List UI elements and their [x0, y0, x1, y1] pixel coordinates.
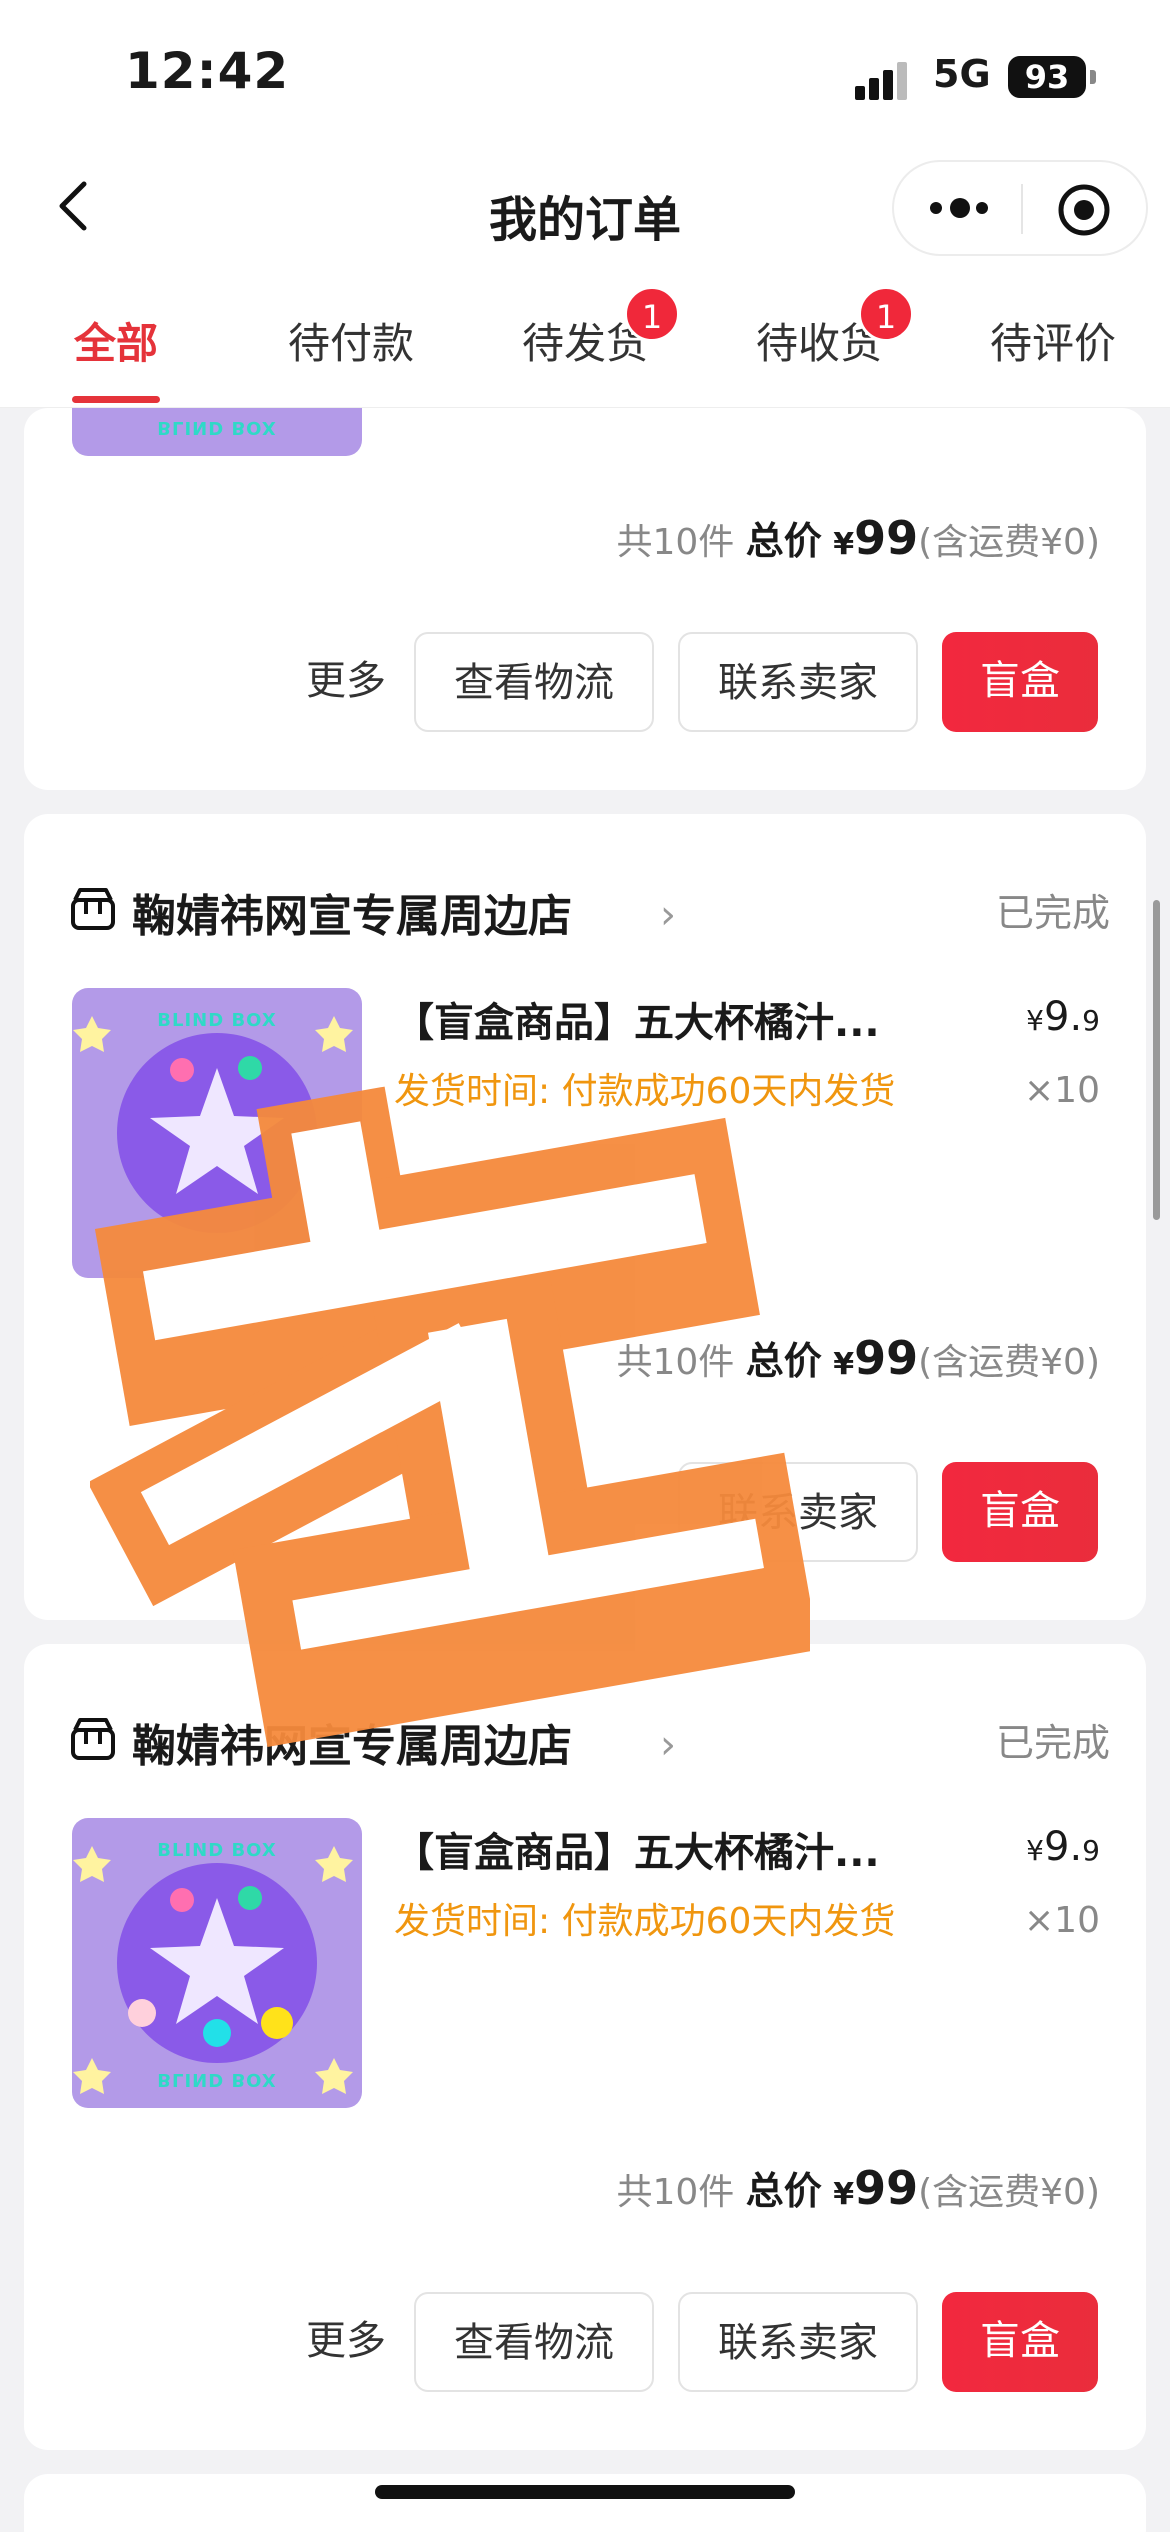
quantity: ×10	[1024, 1900, 1100, 1941]
shipping-note: (含运费¥0)	[918, 1342, 1100, 1383]
total-label: 总价	[745, 1339, 822, 1383]
currency-symbol: ¥	[833, 2177, 855, 2212]
pending-receipt-badge: 1	[858, 286, 914, 342]
contact-seller-button[interactable]: 联系卖家	[678, 632, 918, 732]
mini-program-capsule	[892, 160, 1148, 256]
product-image-label: BLIND BOX	[157, 417, 277, 438]
order-status: 已完成	[995, 891, 1110, 935]
shop-icon	[70, 1716, 116, 1762]
total-amount: 99	[854, 1331, 919, 1385]
item-count: 共10件	[616, 522, 735, 563]
total-label: 总价	[745, 519, 822, 563]
price-decimal: 9	[1082, 1004, 1100, 1037]
product-title[interactable]: 【盲盒商品】五大杯橘汁...	[394, 990, 880, 1048]
total-label: 总价	[745, 2169, 822, 2213]
pending-shipment-badge: 1	[624, 286, 680, 342]
product-title[interactable]: 【盲盒商品】五大杯橘汁...	[394, 1820, 880, 1878]
more-button[interactable]: 更多	[306, 632, 406, 732]
order-card: BLIND BOX 共10件 总价 ¥99(含运费¥0) 更多 查看物流 联系卖…	[24, 408, 1146, 790]
shipping-note: (含运费¥0)	[918, 2172, 1100, 2213]
order-tabs: 全部 待付款 待发货 1 待收货 1 待评价	[0, 270, 1170, 408]
tab-pending-review[interactable]: 待评价	[990, 310, 1116, 371]
blind-box-button[interactable]: 盲盒	[942, 632, 1098, 732]
status-bar: 12:42 5G 93	[0, 0, 1170, 150]
order-total: 共10件 总价 ¥99(含运费¥0)	[616, 510, 1100, 565]
order-card-peek	[24, 2474, 1146, 2532]
network-type: 5G	[933, 52, 991, 96]
price-integer: 9.	[1044, 1824, 1083, 1870]
order-status: 已完成	[995, 1721, 1110, 1765]
shop-row[interactable]: 鞠婧祎网宣专属周边店 › 已完成	[70, 880, 1110, 942]
total-amount: 99	[854, 511, 919, 565]
order-total: 共10件 总价 ¥99(含运费¥0)	[616, 1330, 1100, 1385]
currency-symbol: ¥	[833, 1347, 855, 1382]
shipping-note: (含运费¥0)	[918, 522, 1100, 563]
product-image[interactable]: BLIND BOX	[72, 988, 362, 1278]
capsule-divider	[1021, 184, 1023, 234]
unit-price: ¥9.9	[1026, 994, 1100, 1040]
nav-bar: 我的订单	[0, 150, 1170, 270]
tab-all[interactable]: 全部	[74, 310, 158, 371]
more-button[interactable]: 更多	[306, 2292, 406, 2392]
order-card: 鞠婧祎网宣专属周边店 › 已完成 BLIND BOX BLIND BOX 【盲盒…	[24, 1644, 1146, 2450]
price-currency: ¥	[1026, 1834, 1044, 1867]
tab-active-indicator	[72, 396, 160, 403]
item-count: 共10件	[616, 1342, 735, 1383]
target-icon[interactable]	[1056, 182, 1112, 238]
chevron-right-icon: ›	[660, 892, 676, 938]
blind-box-button[interactable]: 盲盒	[942, 1462, 1098, 1562]
price-decimal: 9	[1082, 1834, 1100, 1867]
quantity: ×10	[1024, 1070, 1100, 1111]
shop-name[interactable]: 鞠婧祎网宣专属周边店	[132, 880, 572, 944]
currency-symbol: ¥	[833, 527, 855, 562]
contact-seller-button[interactable]: 联系卖家	[678, 2292, 918, 2392]
item-count: 共10件	[616, 2172, 735, 2213]
total-amount: 99	[854, 2161, 919, 2215]
contact-seller-button[interactable]: 联系卖家	[678, 1462, 918, 1562]
signal-icon	[855, 60, 915, 100]
shop-name[interactable]: 鞠婧祎网宣专属周边店	[132, 1710, 572, 1774]
ship-time: 发货时间: 付款成功60天内发货	[394, 1071, 896, 1112]
unit-price: ¥9.9	[1026, 1824, 1100, 1870]
order-card: 鞠婧祎网宣专属周边店 › 已完成 BLIND BOX 【盲盒商品】五大杯橘汁..…	[24, 814, 1146, 1620]
shop-row[interactable]: 鞠婧祎网宣专属周边店 › 已完成	[70, 1710, 1110, 1772]
blind-box-button[interactable]: 盲盒	[942, 2292, 1098, 2392]
status-time: 12:42	[125, 42, 290, 100]
order-total: 共10件 总价 ¥99(含运费¥0)	[616, 2160, 1100, 2215]
more-dots-icon[interactable]	[930, 198, 990, 220]
product-image[interactable]: BLIND BOX BLIND BOX	[72, 1818, 362, 2108]
scrollbar[interactable]	[1153, 900, 1160, 1220]
battery-tip	[1090, 70, 1096, 84]
price-currency: ¥	[1026, 1004, 1044, 1037]
price-integer: 9.	[1044, 994, 1083, 1040]
tab-pending-payment[interactable]: 待付款	[288, 310, 414, 371]
product-image[interactable]: BLIND BOX	[72, 408, 362, 456]
home-indicator[interactable]	[375, 2485, 795, 2499]
view-logistics-button[interactable]: 查看物流	[414, 2292, 654, 2392]
shop-icon	[70, 886, 116, 932]
ship-time: 发货时间: 付款成功60天内发货	[394, 1901, 896, 1942]
chevron-right-icon: ›	[660, 1722, 676, 1768]
view-logistics-button[interactable]: 查看物流	[414, 632, 654, 732]
battery-icon: 93	[1008, 56, 1086, 98]
